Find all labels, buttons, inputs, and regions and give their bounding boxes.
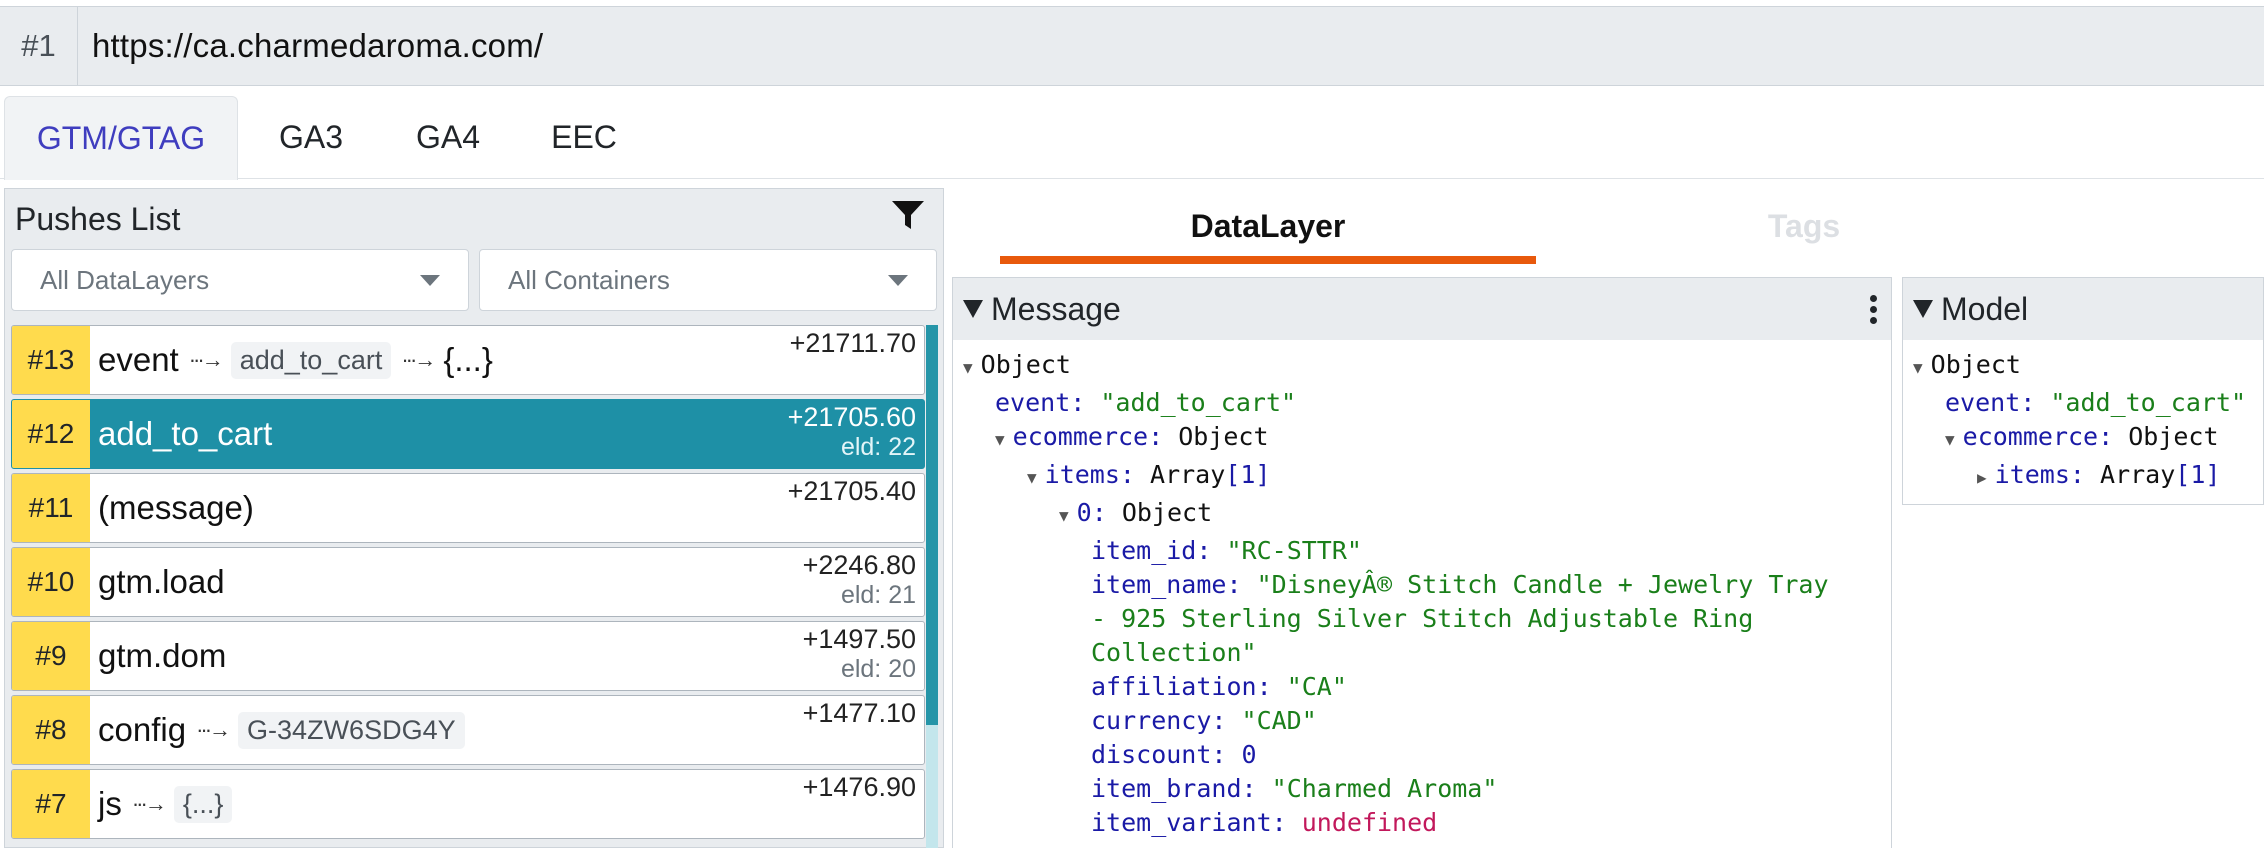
tree-currency: currency: "CAD" <box>1091 706 1317 735</box>
push-item-13[interactable]: #13 event ···→ add_to_cart ···→ {...} +2… <box>11 325 925 395</box>
tree-affiliation: affiliation: "CA" <box>1091 672 1347 701</box>
tree-ecommerce[interactable]: ▼ ecommerce: Object <box>995 420 1269 457</box>
filter-icon[interactable] <box>891 200 925 238</box>
push-item-10[interactable]: #10 gtm.load +2246.80 eld: 21 <box>11 547 925 617</box>
chevron-down-icon <box>888 274 908 286</box>
tree-item-0[interactable]: ▼ 0: Object <box>1059 496 1212 533</box>
tree-item-brand: item_brand: "Charmed Aroma" <box>1091 774 1498 803</box>
push-index: #7 <box>12 770 90 838</box>
containers-select-value: All Containers <box>508 264 670 295</box>
push-index: #9 <box>12 622 90 690</box>
tab-ga3[interactable]: GA3 <box>256 96 366 179</box>
push-eld: eld: 21 <box>840 581 916 609</box>
tree-item-id: item_id: "RC-STTR" <box>1091 536 1362 565</box>
message-title: Message <box>991 290 1121 327</box>
datalayer-select[interactable]: All DataLayers <box>11 249 469 311</box>
push-label: js <box>98 785 122 822</box>
model-panel: Model ▼ Object event: "add_to_cart" ▼ ecom… <box>1902 277 2264 505</box>
arrow-right-icon: ···→ <box>188 347 224 372</box>
chevron-down-icon <box>420 274 440 286</box>
push-eld: eld: 20 <box>840 655 916 683</box>
push-time: +2246.80 <box>802 550 916 580</box>
pushes-scrollbar[interactable] <box>926 325 938 848</box>
push-label: (message) <box>98 489 254 526</box>
model-tree-root[interactable]: ▼ Object <box>1913 348 2021 385</box>
push-label: config <box>98 711 187 748</box>
message-panel: Message ▼ Object event: "add_to_cart" ▼ ec… <box>952 277 1892 848</box>
more-options-icon[interactable] <box>1870 294 1877 324</box>
push-index: #13 <box>12 326 90 394</box>
push-time: +21711.70 <box>789 328 916 358</box>
push-time: +1477.10 <box>802 698 916 728</box>
push-item-8[interactable]: #8 config ···→ G-34ZW6SDG4Y +1477.10 <box>11 695 925 765</box>
pushes-title: Pushes List <box>15 200 181 237</box>
push-index: #8 <box>12 696 90 764</box>
detail-tabs: DataLayer Tags <box>958 188 2264 264</box>
push-arg: G-34ZW6SDG4Y <box>238 711 465 749</box>
collapse-triangle-icon[interactable] <box>963 300 983 318</box>
scrollbar-thumb[interactable] <box>926 325 938 725</box>
push-time: +21705.60 <box>787 402 916 432</box>
push-label: event <box>98 341 179 378</box>
tab-ga4[interactable]: GA4 <box>392 96 504 179</box>
push-eld: eld: 22 <box>840 433 916 461</box>
push-tail: {...} <box>443 341 493 378</box>
push-time: +21705.40 <box>787 476 916 506</box>
tree-root[interactable]: ▼ Object <box>963 348 1071 385</box>
push-label: gtm.load <box>98 563 225 600</box>
push-index: #11 <box>12 474 90 542</box>
active-tab-indicator <box>1000 256 1536 264</box>
tree-items[interactable]: ▼ items: Array[1] <box>1027 458 1270 495</box>
tab-tags[interactable]: Tags <box>1536 188 2072 264</box>
tab-eec[interactable]: EEC <box>532 96 636 179</box>
push-item-12[interactable]: #12 add_to_cart +21705.60 eld: 22 <box>11 399 925 469</box>
model-title: Model <box>1941 290 2029 327</box>
push-label: add_to_cart <box>98 415 273 452</box>
main-tabs: GTM/GTAG GA3 GA4 EEC <box>0 96 2264 180</box>
tab-datalayer[interactable]: DataLayer <box>1000 188 1536 264</box>
url-bar: #1 https://ca.charmedaroma.com/ <box>0 6 2264 86</box>
push-item-9[interactable]: #9 gtm.dom +1497.50 eld: 20 <box>11 621 925 691</box>
push-index: #12 <box>12 400 90 468</box>
arrow-right-icon: ···→ <box>131 791 167 816</box>
tree-discount: discount: 0 <box>1091 740 1257 769</box>
pushes-panel: Pushes List All DataLayers All Container… <box>4 188 944 848</box>
push-label: gtm.dom <box>98 637 227 674</box>
page-url: https://ca.charmedaroma.com/ <box>92 27 544 64</box>
tab-gtm-gtag[interactable]: GTM/GTAG <box>4 96 238 180</box>
model-tree-event: event: "add_to_cart" <box>1945 388 2247 417</box>
containers-select[interactable]: All Containers <box>479 249 937 311</box>
tree-item-name: item_name: "DisneyÂ® Stitch Candle + Jew… <box>1091 570 1829 667</box>
push-arg: {...} <box>173 785 233 823</box>
push-arg: add_to_cart <box>230 341 392 379</box>
page-index: #1 <box>0 7 78 85</box>
push-time: +1497.50 <box>802 624 916 654</box>
datalayer-select-value: All DataLayers <box>40 264 210 295</box>
tree-event: event: "add_to_cart" <box>995 388 1297 417</box>
push-item-11[interactable]: #11 (message) +21705.40 <box>11 473 925 543</box>
model-tree-ecommerce[interactable]: ▼ ecommerce: Object <box>1945 420 2219 457</box>
model-tree-items[interactable]: ▶ items: Array[1] <box>1977 458 2220 495</box>
push-item-7[interactable]: #7 js ···→ {...} +1476.90 <box>11 769 925 839</box>
tab-datalayer-label: DataLayer <box>1190 207 1346 244</box>
arrow-right-icon: ···→ <box>196 717 231 742</box>
push-index: #10 <box>12 548 90 616</box>
push-time: +1476.90 <box>802 772 916 802</box>
collapse-triangle-icon[interactable] <box>1913 300 1933 318</box>
tree-item-variant: item_variant: undefined <box>1091 808 1438 837</box>
arrow-right-icon: ···→ <box>401 347 436 372</box>
tab-tags-label: Tags <box>1767 207 1841 244</box>
